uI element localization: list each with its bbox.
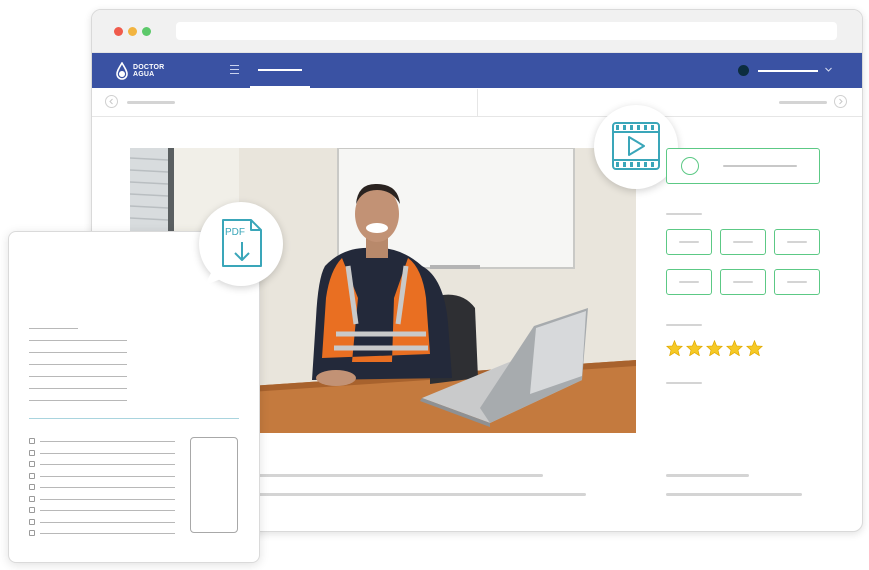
checklist-line bbox=[40, 510, 175, 511]
user-name-placeholder bbox=[758, 70, 818, 72]
chip-label-placeholder bbox=[787, 241, 807, 243]
option-label-placeholder bbox=[723, 165, 797, 167]
app-navbar: DOCTOR AGUA bbox=[92, 53, 862, 88]
checkbox[interactable] bbox=[29, 496, 35, 502]
nav-tab-label-placeholder bbox=[258, 69, 302, 71]
star-icon[interactable] bbox=[746, 340, 763, 356]
enroll-option-card[interactable] bbox=[666, 148, 820, 184]
section-heading-placeholder bbox=[666, 213, 702, 215]
description-line-2 bbox=[258, 493, 586, 496]
previous-label-placeholder bbox=[127, 101, 175, 104]
checkbox[interactable] bbox=[29, 519, 35, 525]
chip-label-placeholder bbox=[787, 281, 807, 283]
nav-tab-active-indicator bbox=[250, 86, 310, 88]
hamburger-menu-icon[interactable] bbox=[230, 65, 239, 74]
water-drop-icon bbox=[116, 62, 128, 80]
doc-image-placeholder bbox=[190, 437, 238, 533]
star-icon[interactable] bbox=[686, 340, 703, 356]
address-bar[interactable] bbox=[176, 22, 837, 40]
checkbox[interactable] bbox=[29, 473, 35, 479]
checkbox[interactable] bbox=[29, 438, 35, 444]
chip-label-placeholder bbox=[733, 241, 753, 243]
doc-text-line bbox=[29, 388, 127, 389]
rating-heading-placeholder bbox=[666, 324, 702, 326]
chevron-right-icon bbox=[839, 98, 843, 105]
star-icon[interactable] bbox=[666, 340, 683, 356]
pdf-label: PDF bbox=[225, 227, 245, 238]
option-chip-5[interactable] bbox=[720, 269, 766, 295]
maximize-window-button[interactable] bbox=[142, 27, 151, 36]
doc-text-line bbox=[29, 352, 127, 353]
brand-line-1: DOCTOR bbox=[133, 64, 165, 71]
doc-text-line bbox=[29, 376, 127, 377]
checklist-line bbox=[40, 522, 175, 523]
option-chip-2[interactable] bbox=[720, 229, 766, 255]
checkbox[interactable] bbox=[29, 484, 35, 490]
avatar bbox=[738, 65, 749, 76]
chip-label-placeholder bbox=[679, 281, 699, 283]
section-heading-placeholder bbox=[666, 382, 702, 384]
chevron-left-icon bbox=[109, 98, 113, 105]
browser-titlebar bbox=[92, 10, 862, 53]
option-chip-1[interactable] bbox=[666, 229, 712, 255]
checklist-line bbox=[40, 464, 175, 465]
option-chip-6[interactable] bbox=[774, 269, 820, 295]
next-label-placeholder bbox=[779, 101, 827, 104]
radio-circle-icon bbox=[681, 157, 699, 175]
next-button[interactable] bbox=[834, 95, 847, 108]
sub-navigation-bar bbox=[92, 89, 862, 117]
chip-label-placeholder bbox=[679, 241, 699, 243]
checklist-line bbox=[40, 441, 175, 442]
star-rating[interactable] bbox=[666, 340, 763, 356]
doc-heading-line bbox=[29, 328, 78, 329]
option-chip-3[interactable] bbox=[774, 229, 820, 255]
chevron-down-icon bbox=[825, 67, 832, 72]
user-menu[interactable] bbox=[738, 65, 848, 77]
sidebar-text-line-1 bbox=[666, 474, 749, 477]
checkbox[interactable] bbox=[29, 507, 35, 513]
checkbox[interactable] bbox=[29, 530, 35, 536]
option-chip-4[interactable] bbox=[666, 269, 712, 295]
checklist-line bbox=[40, 476, 175, 477]
subbar-divider bbox=[477, 89, 478, 116]
checklist-line bbox=[40, 533, 175, 534]
pdf-bubble-tail bbox=[205, 273, 221, 285]
brand-name: DOCTOR AGUA bbox=[133, 64, 164, 78]
doc-text-line bbox=[29, 364, 127, 365]
doc-section-divider bbox=[29, 418, 239, 419]
checklist-line bbox=[40, 487, 175, 488]
checklist-line bbox=[40, 453, 175, 454]
checkbox[interactable] bbox=[29, 461, 35, 467]
brand-line-2: AGUA bbox=[133, 71, 155, 78]
doc-text-line bbox=[29, 340, 127, 341]
star-icon[interactable] bbox=[706, 340, 723, 356]
previous-button[interactable] bbox=[105, 95, 118, 108]
checkbox[interactable] bbox=[29, 450, 35, 456]
chip-label-placeholder bbox=[733, 281, 753, 283]
sidebar-text-line-2 bbox=[666, 493, 802, 496]
doc-text-line bbox=[29, 400, 127, 401]
doctor-agua-logo[interactable]: DOCTOR AGUA bbox=[115, 60, 164, 82]
description-line-1 bbox=[258, 474, 543, 477]
nav-tab-active[interactable] bbox=[250, 53, 310, 88]
minimize-window-button[interactable] bbox=[128, 27, 137, 36]
checklist-line bbox=[40, 499, 175, 500]
close-window-button[interactable] bbox=[114, 27, 123, 36]
star-icon[interactable] bbox=[726, 340, 743, 356]
